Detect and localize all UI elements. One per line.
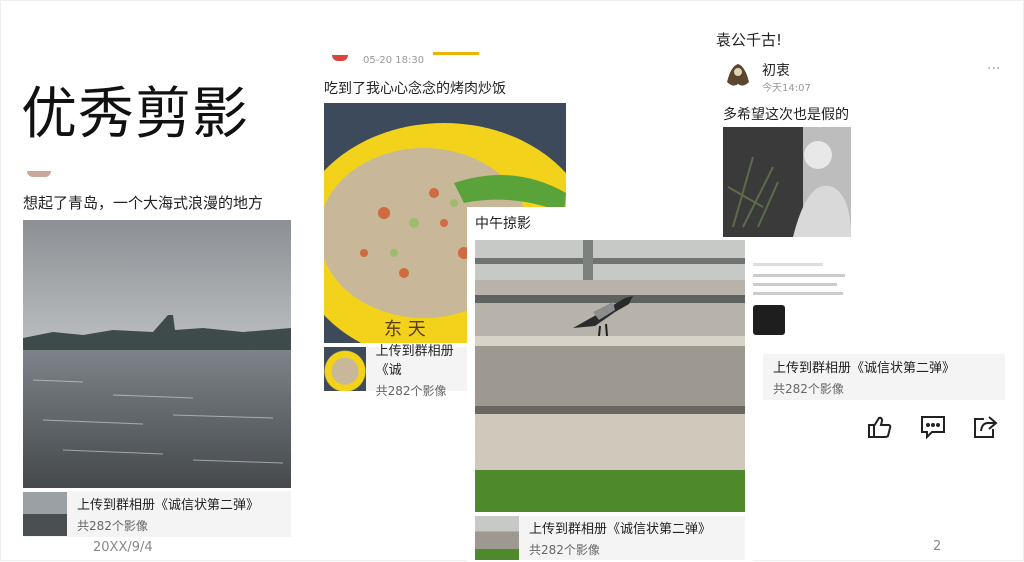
album-count: 共282个影像	[773, 382, 844, 396]
post-right-caption: 多希望这次也是假的	[723, 107, 849, 123]
album-title: 上传到群相册《诚信状第二弹》	[773, 361, 956, 376]
album-entry-right[interactable]: 上传到群相册《诚信状第二弹》 共282个影像	[763, 354, 1005, 400]
comment-icon[interactable]	[920, 414, 946, 440]
album-title: 上传到群相册《诚	[375, 343, 454, 378]
news-screenshot-image	[723, 127, 851, 237]
post-middle-caption: 吃到了我心心念念的烤肉炒饭	[324, 81, 506, 97]
album-entry-noon[interactable]: 上传到群相册《诚信状第二弹》 共282个影像	[475, 516, 745, 560]
avatar[interactable]	[723, 60, 753, 90]
post-right-headline: 袁公千古!	[716, 31, 783, 49]
news-thumb	[753, 305, 785, 335]
post-timestamp: 05-20 18:30	[363, 55, 425, 66]
album-title: 上传到群相册《诚信状第二弹》	[529, 522, 712, 537]
album-count: 共282个影像	[529, 543, 600, 557]
album-thumbnail	[475, 516, 519, 560]
album-title: 上传到群相册《诚信状第二弹》	[77, 498, 260, 513]
svg-text:东 天: 东 天	[384, 319, 426, 340]
album-entry-left[interactable]: 上传到群相册《诚信状第二弹》 共282个影像	[23, 491, 291, 537]
post-noon-caption: 中午掠影	[475, 216, 531, 232]
news-article-fragment	[753, 259, 853, 343]
qingdao-sea-photo	[23, 220, 291, 488]
slide: 优秀剪影 想起了青岛，一个大海式浪漫的地方 上传到群相册《诚信状第二弹》 共28…	[0, 0, 1024, 562]
footer-date: 20XX/9/4	[93, 540, 153, 555]
album-count: 共282个影像	[77, 519, 148, 533]
avatar-partial	[332, 55, 348, 61]
username[interactable]: 初衷	[762, 60, 790, 80]
crow-photo	[475, 240, 745, 512]
album-count: 共282个影像	[375, 383, 447, 398]
post-time: 今天14:07	[762, 83, 811, 94]
post-noon-card: 中午掠影 上传到群相册《诚信状第二弹》 共282个影像	[467, 207, 753, 562]
like-icon[interactable]	[867, 414, 893, 440]
share-icon[interactable]	[972, 414, 998, 440]
more-options-icon[interactable]: ···	[987, 61, 1000, 77]
page-number: 2	[933, 539, 942, 554]
slide-title: 优秀剪影	[21, 82, 249, 147]
avatar-partial	[27, 171, 51, 177]
album-entry-middle[interactable]: 上传到群相册《诚 共282个影像	[324, 344, 474, 398]
post-left-caption: 想起了青岛，一个大海式浪漫的地方	[23, 194, 264, 212]
accent-bar	[433, 52, 479, 55]
album-thumbnail	[324, 347, 366, 391]
album-thumbnail	[23, 492, 67, 536]
